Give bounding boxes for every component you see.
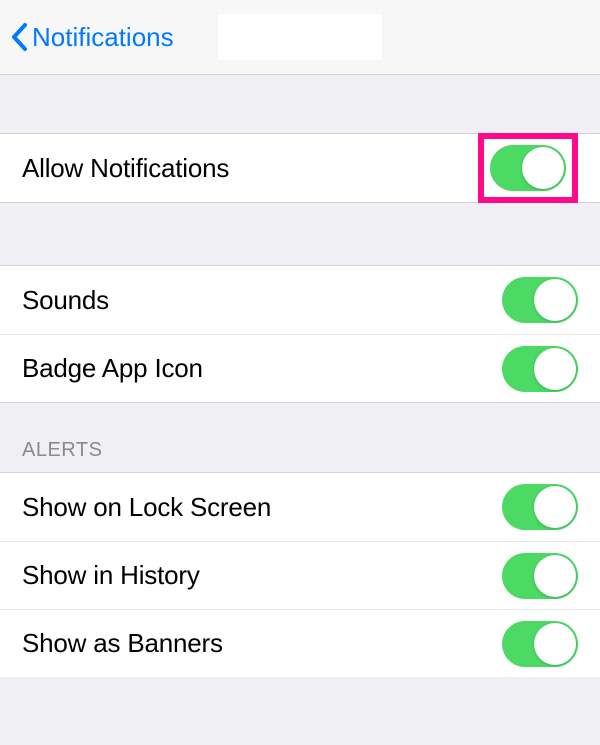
- toggle-badge-app-icon[interactable]: [502, 346, 578, 392]
- row-badge-app-icon: Badge App Icon: [0, 334, 600, 402]
- toggle-banners[interactable]: [502, 621, 578, 667]
- spacer: [0, 203, 600, 265]
- toggle-sounds[interactable]: [502, 277, 578, 323]
- section-sound-badge: Sounds Badge App Icon: [0, 265, 600, 403]
- highlight-box: [478, 133, 578, 203]
- toggle-knob: [534, 279, 576, 321]
- toggle-lock-screen[interactable]: [502, 484, 578, 530]
- row-show-as-banners: Show as Banners: [0, 609, 600, 677]
- toggle-allow-notifications[interactable]: [490, 145, 566, 191]
- nav-title-placeholder: [218, 14, 382, 60]
- back-button[interactable]: Notifications: [10, 22, 174, 53]
- row-label-lockscreen: Show on Lock Screen: [22, 492, 271, 523]
- nav-bar: Notifications: [0, 0, 600, 75]
- row-show-on-lock-screen: Show on Lock Screen: [0, 473, 600, 541]
- row-sounds: Sounds: [0, 266, 600, 334]
- toggle-knob: [534, 486, 576, 528]
- back-label: Notifications: [32, 22, 174, 53]
- section-header-alerts: ALERTS: [0, 403, 600, 472]
- row-label-allow: Allow Notifications: [22, 153, 229, 184]
- row-show-in-history: Show in History: [0, 541, 600, 609]
- toggle-history[interactable]: [502, 553, 578, 599]
- chevron-left-icon: [10, 22, 28, 52]
- row-allow-notifications: Allow Notifications: [0, 134, 600, 202]
- toggle-knob: [534, 348, 576, 390]
- row-label-sounds: Sounds: [22, 285, 109, 316]
- toggle-knob: [522, 147, 564, 189]
- toggle-knob: [534, 555, 576, 597]
- spacer: [0, 75, 600, 133]
- row-label-badge: Badge App Icon: [22, 353, 203, 384]
- row-label-banners: Show as Banners: [22, 628, 223, 659]
- toggle-knob: [534, 623, 576, 665]
- section-allow: Allow Notifications: [0, 133, 600, 203]
- row-label-history: Show in History: [22, 560, 200, 591]
- section-alerts: Show on Lock Screen Show in History Show…: [0, 472, 600, 677]
